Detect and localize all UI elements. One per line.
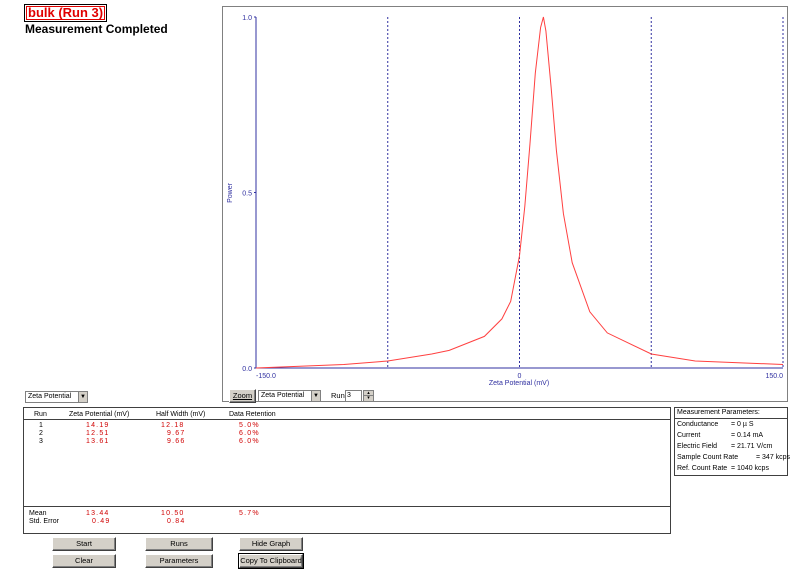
copy-to-clipboard-button[interactable]: Copy To Clipboard	[238, 553, 304, 569]
param-value: = 1040 kcps	[731, 465, 769, 472]
column-header-retention: Data Retention	[229, 411, 276, 418]
zoom-label: Zoom	[232, 391, 253, 400]
retention-value: 6.0%	[239, 430, 260, 437]
chevron-down-icon: ▼	[78, 392, 87, 402]
stderr-half-width: 0.84	[167, 518, 186, 525]
column-header-run: Run	[34, 411, 47, 418]
measurement-parameters-panel: Measurement Parameters: Conductance = 0 …	[674, 407, 791, 476]
param-value: = 0 µ S	[731, 421, 754, 428]
sample-title: bulk (Run 3)	[24, 4, 108, 22]
y-tick-label: 1.0	[242, 15, 252, 22]
results-table: Run Zeta Potential (mV) Half Width (mV) …	[23, 407, 671, 534]
column-header-zeta: Zeta Potential (mV)	[69, 411, 130, 418]
graph-panel: 1.0 0.5 0.0 -150.0 0 150.0 Power Zeta Potent…	[222, 6, 788, 402]
y-ticks: 1.0 0.5 0.0	[242, 15, 256, 373]
parameters-button[interactable]: Parameters	[145, 554, 213, 568]
param-label: Electric Field	[677, 443, 718, 450]
run-spinner[interactable]: ▴ ▾	[363, 390, 374, 402]
run-number: 2	[39, 430, 43, 437]
parameters-divider	[675, 418, 787, 419]
result-type-select[interactable]: Zeta Potential ▼	[25, 391, 88, 403]
chevron-down-icon: ▼	[311, 391, 320, 401]
param-label: Conductance	[677, 421, 719, 428]
graph-type-select[interactable]: Zeta Potential ▼	[258, 390, 321, 402]
zeta-value: 14.19	[86, 422, 110, 429]
column-header-half-width: Half Width (mV)	[156, 411, 206, 418]
half-width-value: 12.18	[161, 422, 185, 429]
param-label: Ref. Count Rate	[677, 465, 728, 472]
param-value: = 347 kcps	[756, 454, 791, 461]
stderr-label: Std. Error	[29, 518, 59, 525]
param-value: = 0.14 mA	[731, 432, 764, 439]
run-label: Run	[331, 391, 345, 400]
runs-button[interactable]: Runs	[145, 537, 213, 551]
spin-down-icon[interactable]: ▾	[363, 396, 374, 402]
y-tick-label: 0.5	[242, 191, 252, 198]
result-type-value: Zeta Potential	[28, 393, 72, 400]
summary-divider	[24, 506, 670, 507]
x-tick-label: -150.0	[256, 373, 276, 380]
zeta-chart: 1.0 0.5 0.0 -150.0 0 150.0 Power Zeta Potent…	[227, 15, 784, 387]
run-input[interactable]: 3	[345, 390, 362, 402]
x-axis-label: Zeta Potential (mV)	[489, 380, 549, 387]
vertical-guides	[387, 17, 784, 368]
y-axis-label: Power	[227, 182, 234, 203]
mean-zeta: 13.44	[86, 510, 110, 517]
run-number: 3	[39, 438, 43, 445]
x-ticks: -150.0 0 150.0	[256, 373, 783, 380]
header-divider	[24, 419, 670, 420]
zeta-value: 13.61	[86, 438, 110, 445]
graph-type-value: Zeta Potential	[261, 392, 305, 399]
half-width-value: 9.67	[167, 430, 186, 437]
stderr-zeta: 0.49	[92, 518, 111, 525]
parameters-title: Measurement Parameters:	[677, 409, 760, 416]
status-text: Measurement Completed	[25, 22, 168, 36]
zoom-button[interactable]: Zoom	[229, 389, 256, 403]
mean-retention: 5.7%	[239, 510, 260, 517]
zeta-value: 12.51	[86, 430, 110, 437]
hide-graph-button[interactable]: Hide Graph	[239, 537, 303, 551]
start-button[interactable]: Start	[52, 537, 116, 551]
param-label: Current	[677, 432, 701, 439]
x-tick-label: 0	[518, 373, 522, 380]
half-width-value: 9.66	[167, 438, 186, 445]
retention-value: 6.0%	[239, 438, 260, 445]
run-number: 1	[39, 422, 43, 429]
clear-button[interactable]: Clear	[52, 554, 116, 568]
mean-label: Mean	[29, 510, 47, 517]
mean-half-width: 10.50	[161, 510, 185, 517]
y-tick-label: 0.0	[242, 366, 252, 373]
param-label: Sample Count Rate	[677, 454, 739, 461]
retention-value: 5.0%	[239, 422, 260, 429]
param-value: = 21.71 V/cm	[731, 443, 773, 450]
x-tick-label: 150.0	[765, 373, 783, 380]
